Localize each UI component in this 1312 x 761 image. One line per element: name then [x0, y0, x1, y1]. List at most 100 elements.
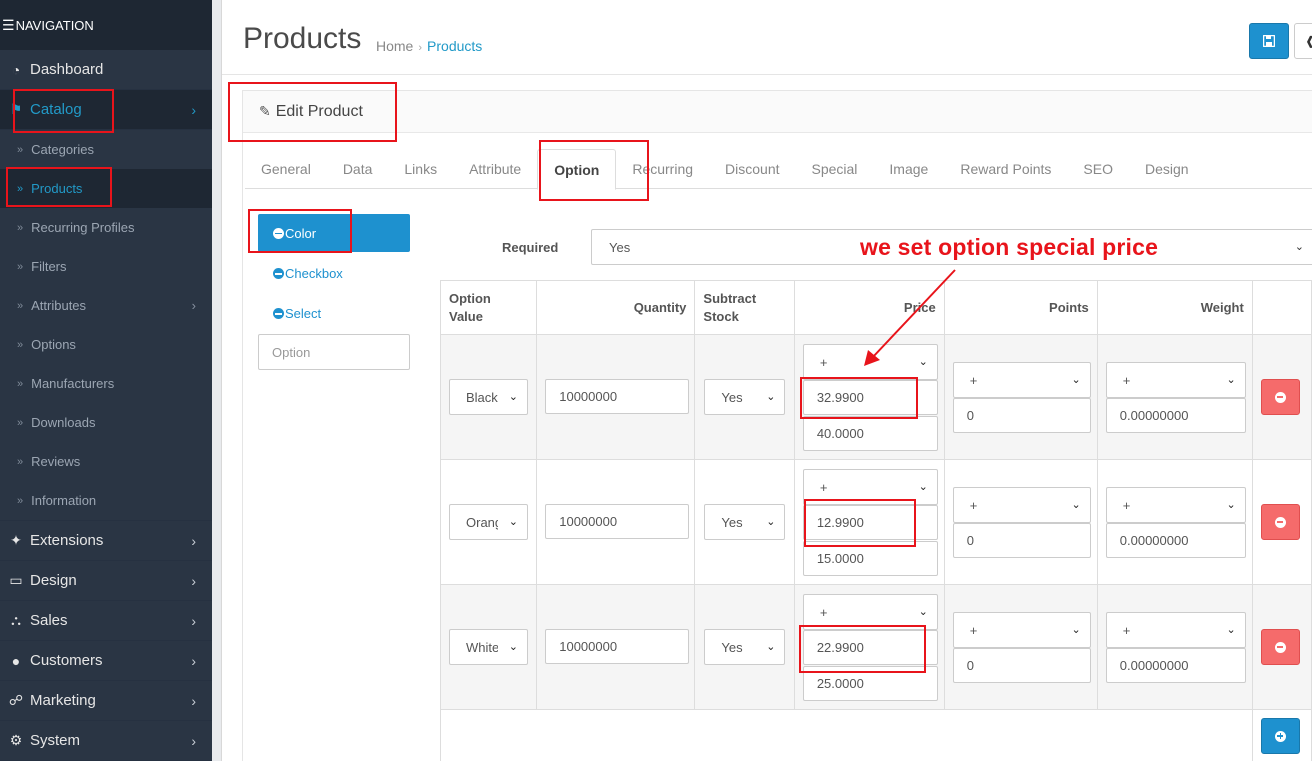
special-price-input[interactable]: 25.0000	[802, 666, 938, 701]
option-value-text: White	[466, 639, 498, 655]
back-button[interactable]: ❰	[1294, 23, 1312, 59]
points-prefix-select[interactable]: + ⌄	[952, 487, 1091, 523]
sidebar-item-catalog[interactable]: ⚑ Catalog ›	[0, 90, 212, 130]
points-prefix-select[interactable]: + ⌄	[952, 612, 1091, 648]
tab-discount[interactable]: Discount	[709, 149, 795, 189]
sidebar-subitem-information[interactable]: » Information	[0, 481, 212, 520]
chevron-down-icon: ⌄	[508, 391, 518, 403]
chevron-right-icon: ›	[191, 653, 196, 669]
chevron-down-icon: ⌄	[1071, 499, 1081, 511]
price-prefix-select[interactable]: + ⌄	[802, 594, 938, 630]
sidebar-item-label: Marketing	[30, 692, 96, 709]
points-input[interactable]: 0	[952, 523, 1091, 558]
points-input[interactable]: 0	[952, 648, 1091, 683]
remove-row-button[interactable]	[1260, 504, 1300, 540]
option-item-select[interactable]: Select	[273, 306, 321, 321]
chevron-down-icon: ⌄	[766, 516, 776, 528]
cart-icon: ⛬	[11, 612, 21, 628]
price-input[interactable]: 32.9900	[802, 380, 938, 415]
sidebar-item-marketing[interactable]: ☍ Marketing ›	[0, 681, 212, 721]
sidebar-item-dashboard[interactable]: ◔ Dashboard	[0, 50, 212, 90]
option-value-select[interactable]: Black ⌄	[449, 379, 528, 415]
sidebar-item-label: Customers	[30, 652, 103, 669]
tab-data[interactable]: Data	[327, 149, 389, 189]
sidebar-subitem-downloads[interactable]: » Downloads	[0, 403, 212, 442]
points-input[interactable]: 0	[952, 398, 1091, 433]
sidebar-subitem-attributes[interactable]: » Attributes ›	[0, 286, 212, 325]
tab-special[interactable]: Special	[796, 149, 874, 189]
chevron-down-icon: ⌄	[766, 641, 776, 653]
sidebar-subitem-options[interactable]: » Options	[0, 325, 212, 364]
hamburger-icon[interactable]: ☰	[2, 17, 15, 34]
breadcrumb-separator-icon: ›	[418, 42, 423, 54]
tab-recurring[interactable]: Recurring	[616, 149, 709, 189]
weight-input[interactable]: 0.00000000	[1105, 523, 1246, 558]
sidebar-item-sales[interactable]: ⛬ Sales ›	[0, 601, 212, 641]
tab-reward-points[interactable]: Reward Points	[944, 149, 1067, 189]
tab-image[interactable]: Image	[873, 149, 944, 189]
special-price-input[interactable]: 15.0000	[802, 541, 938, 576]
tab-option[interactable]: Option	[537, 149, 617, 190]
remove-circle-icon[interactable]	[273, 227, 284, 239]
sidebar-subitem-products[interactable]: » Products	[0, 169, 212, 208]
chevron-right-icon: ›	[191, 613, 196, 629]
col-points: Points	[943, 280, 1098, 335]
option-autocomplete-input[interactable]	[258, 334, 410, 370]
option-value-select[interactable]: White ⌄	[449, 629, 528, 665]
subtract-select[interactable]: Yes ⌄	[704, 629, 786, 665]
tab-attribute[interactable]: Attribute	[453, 149, 537, 189]
sidebar-subitem-categories[interactable]: » Categories	[0, 130, 212, 169]
add-option-value-button[interactable]	[1260, 718, 1300, 754]
save-button[interactable]	[1249, 23, 1289, 59]
price-prefix-select[interactable]: + ⌄	[802, 469, 938, 505]
sidebar-item-extensions[interactable]: ✦ Extensions ›	[0, 521, 212, 561]
sidebar-subitem-label: Reviews	[31, 454, 81, 469]
pencil-icon: ✎	[259, 103, 271, 119]
subtract-select[interactable]: Yes ⌄	[704, 379, 786, 415]
special-price-input[interactable]: 40.0000	[802, 416, 938, 451]
tab-seo[interactable]: SEO	[1067, 149, 1129, 189]
quantity-input[interactable]: 10000000	[545, 504, 690, 539]
option-value-table: Option Value Quantity Subtract Stock Pri…	[439, 280, 1312, 761]
nav-header[interactable]: ☰ NAVIGATION	[0, 0, 212, 50]
remove-circle-icon[interactable]	[273, 268, 284, 279]
weight-prefix-select[interactable]: + ⌄	[1105, 362, 1246, 398]
table-row: Orange⌄ 10000000 Yes⌄ +⌄ 12.9900 15.0000…	[439, 459, 1312, 585]
price-input[interactable]: 12.9900	[802, 505, 938, 540]
sidebar-item-design[interactable]: ▭ Design ›	[0, 561, 212, 601]
chevron-right-icon: ›	[191, 693, 196, 709]
sidebar-subitem-manufacturers[interactable]: » Manufacturers	[0, 364, 212, 403]
breadcrumb: Home › Products	[376, 38, 482, 54]
subtract-select[interactable]: Yes ⌄	[704, 504, 786, 540]
weight-prefix-value: +	[1122, 372, 1131, 388]
remove-circle-icon[interactable]	[273, 308, 284, 319]
weight-input[interactable]: 0.00000000	[1105, 648, 1246, 683]
option-item-checkbox[interactable]: Checkbox	[273, 266, 343, 281]
sidebar-subitem-reviews[interactable]: » Reviews	[0, 442, 212, 481]
breadcrumb-products[interactable]: Products	[427, 38, 482, 54]
price-prefix-select[interactable]: + ⌄	[802, 344, 938, 380]
option-item-color[interactable]: Color	[258, 214, 410, 252]
quantity-input[interactable]: 10000000	[545, 379, 690, 414]
sidebar-item-system[interactable]: ⚙ System ›	[0, 721, 212, 761]
weight-prefix-select[interactable]: + ⌄	[1105, 487, 1246, 523]
weight-prefix-select[interactable]: + ⌄	[1105, 612, 1246, 648]
sidebar-item-customers[interactable]: ● Customers ›	[0, 641, 212, 681]
double-chevron-icon: »	[17, 299, 24, 312]
weight-input[interactable]: 0.00000000	[1105, 398, 1246, 433]
sidebar-subitem-filters[interactable]: » Filters	[0, 247, 212, 286]
remove-row-button[interactable]	[1260, 629, 1300, 665]
col-option-value: Option Value	[439, 280, 538, 335]
quantity-input[interactable]: 10000000	[545, 629, 690, 664]
tab-design[interactable]: Design	[1129, 149, 1205, 189]
chevron-right-icon: ›	[191, 533, 196, 549]
tab-general[interactable]: General	[245, 149, 327, 189]
points-prefix-select[interactable]: + ⌄	[952, 362, 1091, 398]
sidebar-subitem-recurring-profiles[interactable]: » Recurring Profiles	[0, 208, 212, 247]
remove-row-button[interactable]	[1260, 379, 1300, 415]
chevron-down-icon: ⌄	[918, 606, 928, 618]
price-input[interactable]: 22.9900	[802, 630, 938, 665]
breadcrumb-home[interactable]: Home	[376, 38, 413, 54]
tab-links[interactable]: Links	[388, 149, 453, 189]
option-value-select[interactable]: Orange ⌄	[449, 504, 528, 540]
